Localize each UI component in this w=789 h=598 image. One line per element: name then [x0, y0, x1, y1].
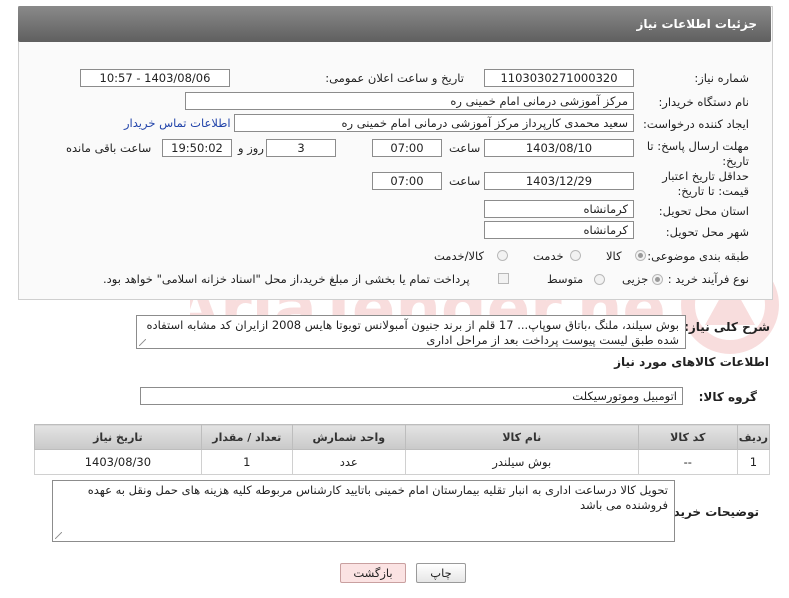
buyer-notes-text: تحویل کالا درساعت اداری به انبار تقلیه ب…: [87, 483, 668, 512]
back-button[interactable]: بازگشت: [340, 563, 406, 583]
deadline-date-field: 1403/08/10: [484, 139, 634, 157]
print-button[interactable]: چاپ: [416, 563, 466, 583]
creator-field: سعید محمدی کارپرداز مرکز آموزشی درمانی ا…: [234, 114, 634, 132]
category-radio-goods[interactable]: [635, 250, 646, 261]
process-label: نوع فرآیند خرید :: [667, 272, 749, 286]
announce-date-label: تاریخ و ساعت اعلان عمومی:: [325, 71, 464, 85]
cell-row: 1: [736, 449, 771, 475]
category-radio-goods-service[interactable]: [497, 250, 508, 261]
cell-name: بوش سیلندر: [404, 449, 639, 475]
deadline-time-field: 07:00: [372, 139, 442, 157]
resize-grip-icon[interactable]: [139, 339, 146, 346]
col-name: نام کالا: [404, 424, 639, 450]
summary-text: بوش سیلند، ملنگ ،باتاق سوپاپ... 17 قلم ا…: [146, 318, 679, 347]
goods-section-title: اطلاعات کالاهای مورد نیاز: [614, 355, 769, 369]
cell-qty: 1: [200, 449, 293, 475]
category-label: طبقه بندی موضوعی:: [647, 249, 749, 263]
city-field: کرمانشاه: [484, 221, 634, 239]
remaining-time-label: ساعت باقی مانده: [66, 141, 152, 155]
page-title: جزئیات اطلاعات نیاز: [636, 17, 757, 31]
col-code: کد کالا: [637, 424, 738, 450]
need-number-label: شماره نیاز:: [694, 71, 749, 85]
process-radio-medium[interactable]: [594, 274, 605, 285]
buyer-org-label: نام دستگاه خریدار:: [658, 95, 749, 109]
buyer-contact-link[interactable]: اطلاعات تماس خریدار: [124, 116, 231, 130]
price-validity-label: حداقل تاریخ اعتبار قیمت: تا تاریخ:: [662, 169, 749, 198]
page-header: جزئیات اطلاعات نیاز: [18, 6, 771, 42]
resize-grip-icon[interactable]: [55, 532, 62, 539]
summary-label: شرح کلی نیاز:: [684, 320, 770, 334]
validity-time-field: 07:00: [372, 172, 442, 190]
validity-date-field: 1403/12/29: [484, 172, 634, 190]
category-radio-service[interactable]: [570, 250, 581, 261]
goods-group-label: گروه کالا:: [698, 390, 757, 404]
goods-table: ردیف کد کالا نام کالا واحد شمارش تعداد /…: [34, 424, 771, 475]
treasury-payment-checkbox[interactable]: [498, 273, 509, 284]
process-option-minor: جزیی: [622, 272, 649, 286]
col-row: ردیف: [736, 424, 771, 450]
col-unit: واحد شمارش: [291, 424, 406, 450]
days-label: روز و: [238, 141, 264, 155]
validity-time-label: ساعت: [449, 174, 481, 188]
creator-label: ایجاد کننده درخواست:: [643, 117, 749, 131]
province-field: کرمانشاه: [484, 200, 634, 218]
cell-code: --: [637, 449, 738, 475]
province-label: استان محل تحویل:: [658, 204, 749, 218]
category-option-service: خدمت: [533, 249, 564, 263]
process-radio-minor[interactable]: [652, 274, 663, 285]
process-option-medium: متوسط: [547, 272, 584, 286]
need-number-field: 1103030271000320: [484, 69, 634, 87]
category-option-goods: کالا: [606, 249, 622, 263]
table-row: 1 -- بوش سیلندر عدد 1 1403/08/30: [34, 449, 771, 475]
col-qty: تعداد / مقدار: [200, 424, 293, 450]
buyer-org-field: مرکز آموزشی درمانی امام خمینی ره: [185, 92, 634, 110]
treasury-payment-note: پرداخت تمام یا بخشی از مبلغ خرید،از محل …: [103, 272, 470, 286]
cell-unit: عدد: [291, 449, 406, 475]
cell-date: 1403/08/30: [34, 449, 202, 475]
goods-group-field: اتومبیل وموتورسیکلت: [140, 387, 683, 405]
deadline-label: مهلت ارسال پاسخ: تا تاریخ:: [646, 139, 749, 168]
summary-textarea: بوش سیلند، ملنگ ،باتاق سوپاپ... 17 قلم ا…: [136, 315, 686, 349]
city-label: شهر محل تحویل:: [665, 225, 749, 239]
days-remaining-field: 3: [266, 139, 336, 157]
col-date: تاریخ نیاز: [34, 424, 202, 450]
deadline-time-label: ساعت: [449, 141, 481, 155]
goods-table-header: ردیف کد کالا نام کالا واحد شمارش تعداد /…: [34, 424, 771, 450]
category-option-goods-service: کالا/خدمت: [434, 249, 485, 263]
buyer-notes-textarea: تحویل کالا درساعت اداری به انبار تقلیه ب…: [52, 480, 675, 542]
announce-date-field: 1403/08/06 - 10:57: [80, 69, 230, 87]
remaining-time-field: 19:50:02: [162, 139, 232, 157]
